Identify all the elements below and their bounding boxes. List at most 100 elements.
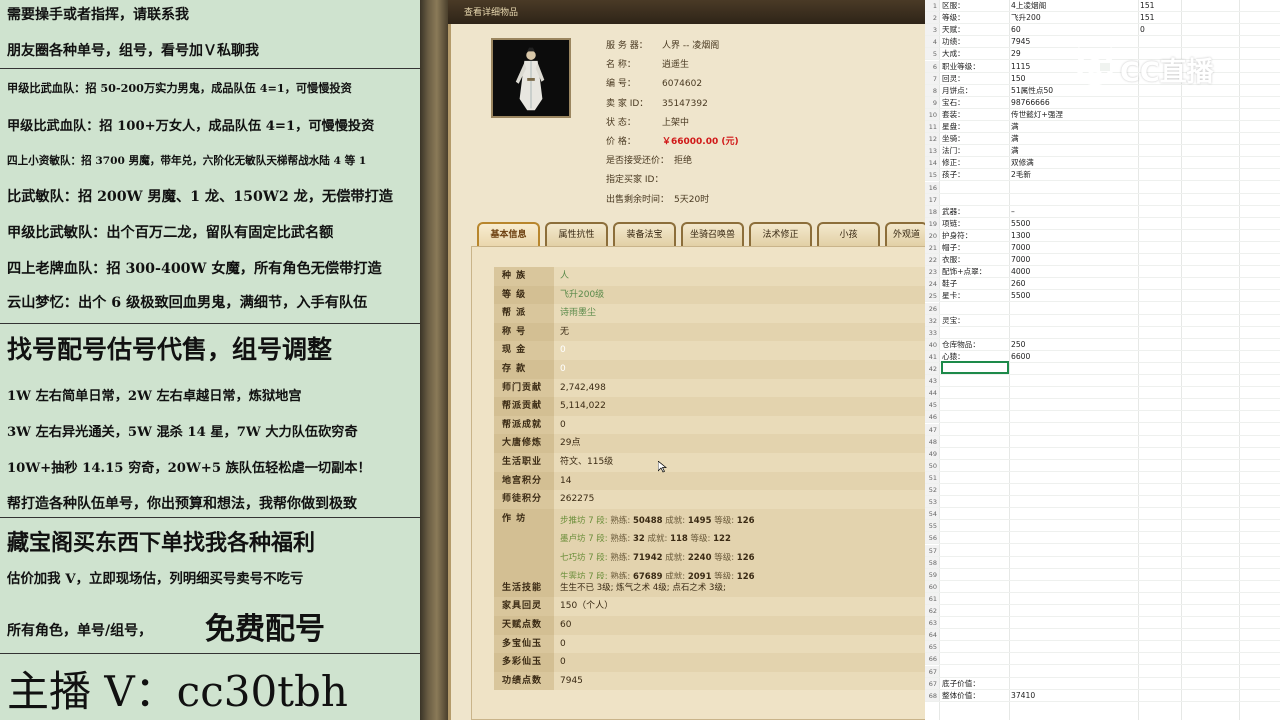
cell[interactable] [1140, 545, 1180, 556]
cell[interactable] [942, 424, 1008, 435]
cell[interactable] [942, 399, 1008, 410]
cell[interactable]: 飞升200 [1011, 12, 1137, 23]
cell[interactable] [1140, 351, 1180, 362]
cell[interactable]: 260 [1011, 278, 1137, 289]
cell[interactable] [942, 593, 1008, 604]
cell[interactable] [1140, 520, 1180, 531]
cell[interactable] [942, 484, 1008, 495]
cell[interactable] [1011, 182, 1137, 193]
cell[interactable] [1140, 97, 1180, 108]
cell[interactable] [1140, 242, 1180, 253]
cell[interactable] [1140, 278, 1180, 289]
cell[interactable]: 6600 [1011, 351, 1137, 362]
cell[interactable] [1011, 303, 1137, 314]
cell[interactable]: 5500 [1011, 218, 1137, 229]
tab-2[interactable]: 属性抗性 [545, 222, 608, 246]
tab-4[interactable]: 坐骑召唤兽 [681, 222, 744, 246]
cell[interactable]: 7000 [1011, 242, 1137, 253]
cell[interactable]: 衣服： [942, 254, 1008, 265]
cell[interactable] [1011, 629, 1137, 640]
tab-1[interactable]: 基本信息 [477, 222, 540, 246]
cell[interactable]: 月饼点： [942, 85, 1008, 96]
cell[interactable] [942, 508, 1008, 519]
cell[interactable] [942, 496, 1008, 507]
cell[interactable] [1140, 266, 1180, 277]
cell[interactable] [1011, 484, 1137, 495]
cell[interactable]: 37410 [1011, 690, 1137, 701]
cell[interactable]: 仓库物品： [942, 339, 1008, 350]
cell[interactable] [1140, 411, 1180, 422]
cell[interactable]: 1300 [1011, 230, 1137, 241]
selected-cell[interactable] [941, 361, 1009, 374]
cell[interactable] [942, 653, 1008, 664]
cell[interactable]: 满 [1011, 121, 1137, 132]
cell[interactable]: 传世懿灯+强涅 [1011, 109, 1137, 120]
cell[interactable]: 套装： [942, 109, 1008, 120]
tab-7[interactable]: 外观道 [885, 222, 928, 246]
cell[interactable]: 宝石： [942, 97, 1008, 108]
cell[interactable] [1140, 496, 1180, 507]
cell[interactable] [1140, 605, 1180, 616]
cell[interactable]: 双修满 [1011, 157, 1137, 168]
cell[interactable] [942, 327, 1008, 338]
cell[interactable] [1140, 339, 1180, 350]
cell[interactable]: 法门： [942, 145, 1008, 156]
cell[interactable] [1011, 641, 1137, 652]
cell[interactable]: – [1011, 206, 1137, 217]
cell[interactable] [1011, 387, 1137, 398]
cell[interactable] [1140, 629, 1180, 640]
cell[interactable] [1011, 617, 1137, 628]
cell[interactable] [942, 182, 1008, 193]
tab-6[interactable]: 小孩 [817, 222, 880, 246]
cell[interactable] [942, 411, 1008, 422]
cell[interactable]: 250 [1011, 339, 1137, 350]
cell[interactable] [1011, 678, 1137, 689]
cell[interactable] [1011, 460, 1137, 471]
cell[interactable] [1140, 303, 1180, 314]
cell[interactable] [1140, 448, 1180, 459]
cell[interactable] [1011, 448, 1137, 459]
cell[interactable] [1140, 484, 1180, 495]
cell[interactable] [1140, 532, 1180, 543]
cell[interactable] [942, 545, 1008, 556]
cell[interactable] [1140, 194, 1180, 205]
cell[interactable] [942, 532, 1008, 543]
cell[interactable] [1140, 315, 1180, 326]
cell[interactable] [942, 666, 1008, 677]
cell[interactable]: 坐骑： [942, 133, 1008, 144]
cell[interactable]: 武器： [942, 206, 1008, 217]
cell[interactable] [1140, 133, 1180, 144]
cell[interactable]: 4上凌烟阁 [1011, 0, 1137, 11]
cell[interactable] [1140, 424, 1180, 435]
cell[interactable]: 底子价值： [942, 678, 1008, 689]
cell[interactable]: 满 [1011, 133, 1137, 144]
cell[interactable]: 星卡： [942, 290, 1008, 301]
cell[interactable] [1140, 327, 1180, 338]
cell[interactable] [1140, 363, 1180, 374]
cell[interactable]: 7000 [1011, 254, 1137, 265]
cell[interactable]: 等级： [942, 12, 1008, 23]
cell[interactable] [942, 448, 1008, 459]
cell[interactable]: 天赋： [942, 24, 1008, 35]
cell[interactable]: 帽子： [942, 242, 1008, 253]
cell[interactable] [1140, 690, 1180, 701]
cell[interactable]: 151 [1140, 12, 1180, 23]
cell[interactable] [1140, 230, 1180, 241]
cell[interactable] [1011, 424, 1137, 435]
cell[interactable] [1140, 460, 1180, 471]
cell[interactable] [1011, 520, 1137, 531]
cell[interactable] [1140, 157, 1180, 168]
cell[interactable] [1011, 363, 1137, 374]
cell[interactable] [1011, 605, 1137, 616]
cell[interactable] [942, 387, 1008, 398]
cell[interactable]: 项链： [942, 218, 1008, 229]
cell[interactable] [942, 472, 1008, 483]
cell[interactable] [1140, 218, 1180, 229]
cell[interactable] [1011, 593, 1137, 604]
cell[interactable] [942, 605, 1008, 616]
cell[interactable]: 满 [1011, 145, 1137, 156]
cell[interactable] [1011, 375, 1137, 386]
cell[interactable] [1140, 254, 1180, 265]
cell[interactable] [942, 641, 1008, 652]
cell[interactable]: 护身符： [942, 230, 1008, 241]
